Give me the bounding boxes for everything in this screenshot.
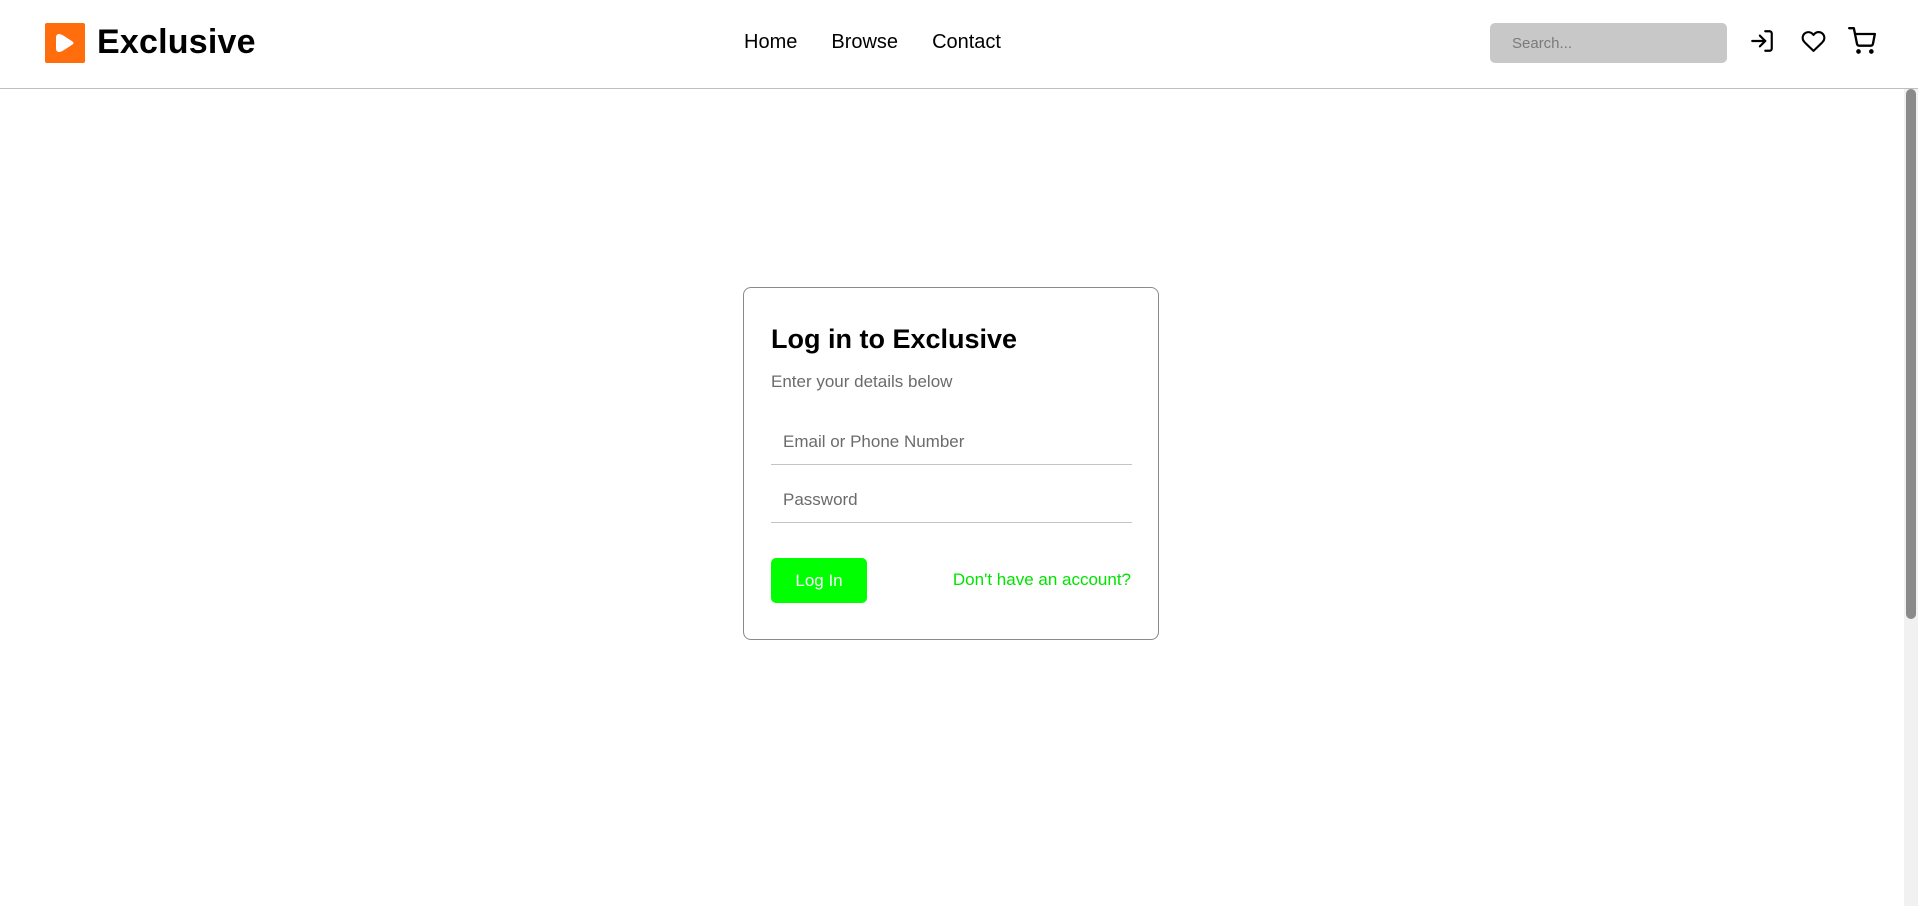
login-card: Log in to Exclusive Enter your details b… <box>743 287 1159 640</box>
cart-icon[interactable] <box>1846 25 1878 57</box>
signup-link[interactable]: Don't have an account? <box>953 570 1131 590</box>
brand[interactable]: Exclusive <box>45 22 256 63</box>
nav-item-browse[interactable]: Browse <box>831 31 898 54</box>
scrollbar-thumb[interactable] <box>1906 89 1916 619</box>
brand-name: Exclusive <box>97 23 256 61</box>
main-nav: Home Browse Contact <box>744 31 1001 54</box>
login-button[interactable]: Log In <box>771 558 867 603</box>
login-title: Log in to Exclusive <box>771 324 1018 354</box>
password-field[interactable] <box>771 478 1132 523</box>
site-header: Exclusive Home Browse Contact <box>0 0 1918 89</box>
login-subtitle: Enter your details below <box>771 372 953 391</box>
heart-icon[interactable] <box>1797 25 1829 57</box>
login-icon[interactable] <box>1746 25 1778 57</box>
play-icon <box>45 22 85 63</box>
email-field[interactable] <box>771 420 1132 465</box>
nav-item-contact[interactable]: Contact <box>932 31 1001 54</box>
search-input[interactable] <box>1490 23 1727 63</box>
nav-item-home[interactable]: Home <box>744 31 797 54</box>
